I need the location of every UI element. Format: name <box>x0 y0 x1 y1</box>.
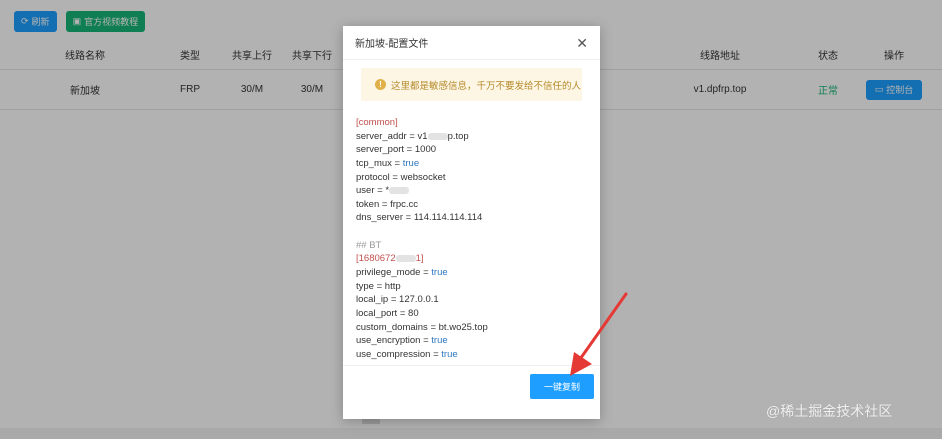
code-line: server_port = 1000 <box>356 144 437 156</box>
code-line: privilege_mode = true <box>356 267 448 279</box>
code-line: local_ip = 127.0.0.1 <box>356 294 439 306</box>
code-line: use_compression = true <box>356 348 458 360</box>
code-line: [common] <box>356 117 398 128</box>
redacted-mask <box>427 132 448 140</box>
warning-icon: ! <box>375 79 386 90</box>
warning-text: 这里都是敏感信息，千万不要发给不信任的人 <box>391 80 582 92</box>
red-arrow-annotation <box>570 292 628 376</box>
code-line: token = frpc.cc <box>356 198 419 210</box>
code-line: dns_server = 114.114.114.114 <box>356 212 483 224</box>
code-line: server_addr = v1 p.top <box>356 130 469 142</box>
code-line: custom_domains = bt.wo25.top <box>356 321 488 333</box>
code-line: local_port = 80 <box>356 307 419 319</box>
redacted-mask <box>395 255 416 263</box>
code-line: user = * <box>356 184 588 198</box>
code-line: protocol = websocket <box>356 171 446 183</box>
code-line: [1680672 1] <box>356 253 424 265</box>
redacted-mask <box>389 187 410 195</box>
code-line: use_encryption = true <box>356 335 448 347</box>
config-code-block[interactable]: [common] server_addr = v1 p.top server_port… <box>355 116 588 363</box>
watermark: @稀土掘金技术社区 <box>766 403 893 419</box>
warning-banner: ! 这里都是敏感信息，千万不要发给不信任的人 <box>361 68 582 101</box>
code-line: ## BT <box>356 239 382 251</box>
code-line: type = http <box>356 280 401 292</box>
modal-title: 新加坡-配置文件 <box>355 39 429 50</box>
code-line: tcp_mux = true <box>356 157 420 169</box>
close-icon[interactable]: ✕ <box>576 36 588 50</box>
modal-header: 新加坡-配置文件 ✕ <box>343 26 600 60</box>
